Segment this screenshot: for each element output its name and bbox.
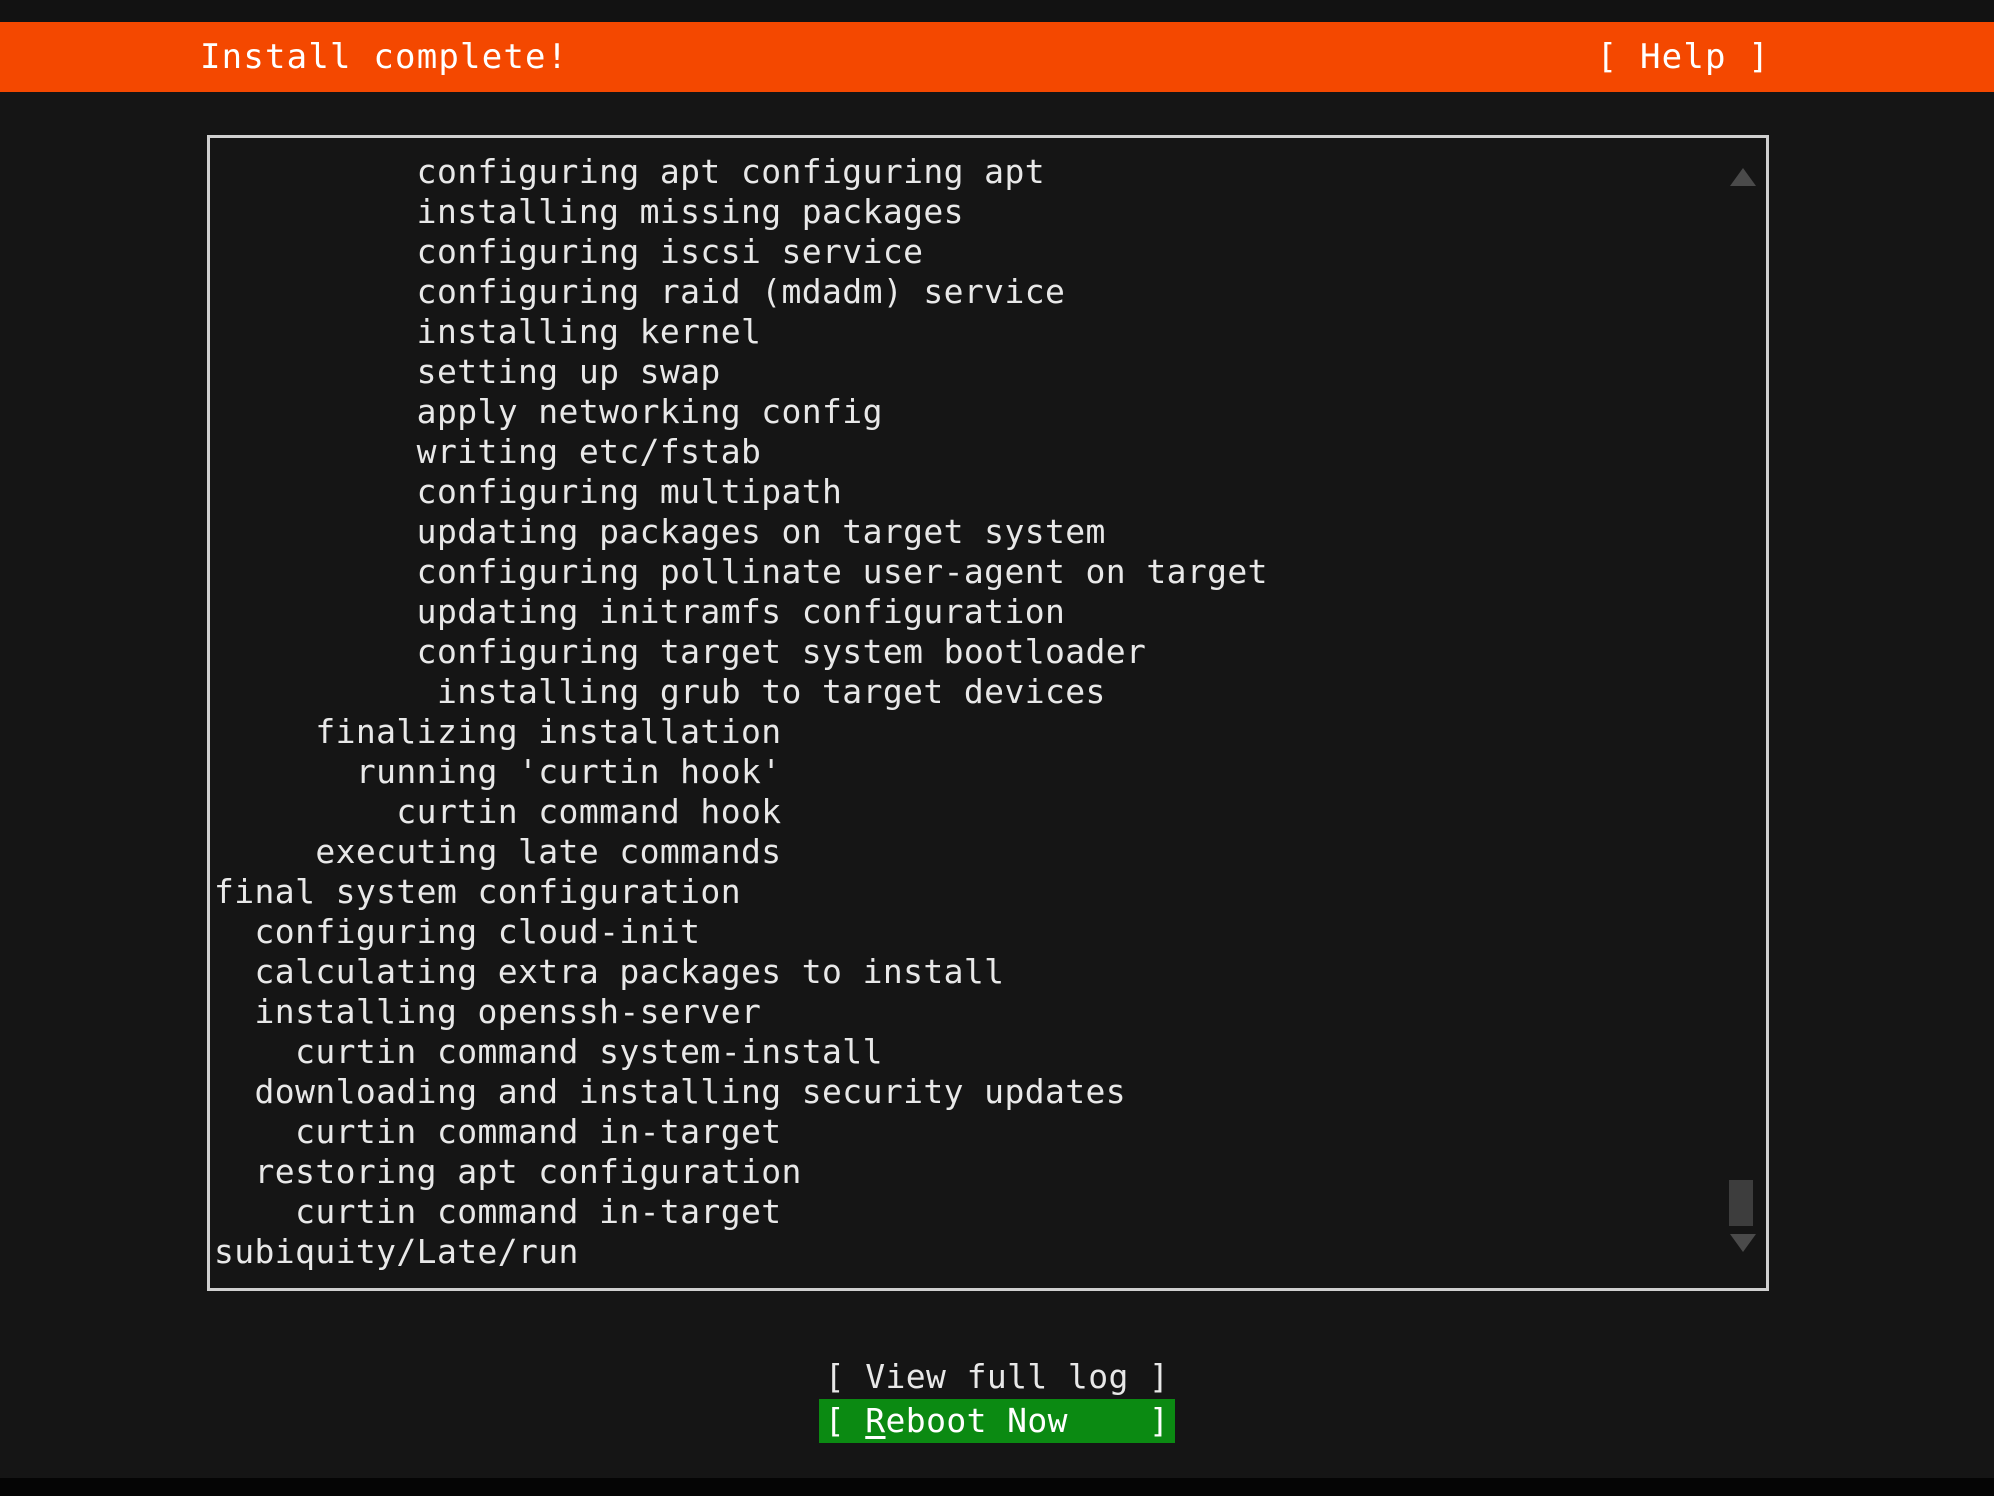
log-line: installing grub to target devices: [214, 672, 1106, 711]
log-line: calculating extra packages to install: [214, 952, 1005, 991]
install-log-lines: configuring apt configuring apt installi…: [210, 138, 1766, 1288]
log-line: configuring multipath: [214, 472, 843, 511]
log-line: writing etc/fstab: [214, 432, 762, 471]
installer-screen: Install complete! [ Help ] configuring a…: [0, 0, 1994, 1496]
log-line: configuring target system bootloader: [214, 632, 1147, 671]
log-line: setting up swap: [214, 352, 721, 391]
reboot-accelerator-key: R: [865, 1401, 886, 1440]
log-line: subiquity/Late/run: [214, 1232, 579, 1271]
log-line: curtin command in-target: [214, 1112, 782, 1151]
log-line: installing missing packages: [214, 192, 964, 231]
log-line: installing kernel: [214, 312, 762, 351]
log-line: curtin command hook: [214, 792, 782, 831]
screen-top-margin: [0, 0, 1994, 22]
log-line: running 'curtin hook': [214, 752, 782, 791]
log-line: apply networking config: [214, 392, 883, 431]
footer-buttons: [ View full log ] [ Reboot Now ]: [0, 1355, 1994, 1443]
reboot-label-rest: eboot Now: [885, 1401, 1068, 1440]
log-line: configuring raid (mdadm) service: [214, 272, 1066, 311]
install-log-panel: configuring apt configuring apt installi…: [207, 135, 1769, 1291]
screen-bottom-margin: [0, 1478, 1994, 1496]
log-line: finalizing installation: [214, 712, 782, 751]
reboot-bracket-open: [: [824, 1401, 866, 1440]
scroll-down-arrow-icon[interactable]: [1730, 1234, 1756, 1252]
page-title: Install complete!: [200, 37, 569, 77]
help-button[interactable]: [ Help ]: [1597, 40, 1770, 74]
log-line: executing late commands: [214, 832, 782, 871]
header-bar: Install complete! [ Help ]: [0, 22, 1994, 92]
log-line: configuring iscsi service: [214, 232, 924, 271]
log-scrollbar[interactable]: [1726, 138, 1760, 1288]
reboot-now-button[interactable]: [ Reboot Now ]: [818, 1399, 1176, 1443]
log-line: final system configuration: [214, 872, 741, 911]
view-full-log-button[interactable]: [ View full log ]: [825, 1355, 1170, 1399]
log-line: configuring cloud-init: [214, 912, 701, 951]
log-line: updating initramfs configuration: [214, 592, 1066, 631]
log-line: restoring apt configuration: [214, 1152, 802, 1191]
log-line: configuring apt configuring apt: [214, 152, 1045, 191]
log-line: curtin command system-install: [214, 1032, 883, 1071]
log-line: updating packages on target system: [214, 512, 1106, 551]
log-line: configuring pollinate user-agent on targ…: [214, 552, 1268, 591]
log-line: downloading and installing security upda…: [214, 1072, 1127, 1111]
log-line: installing openssh-server: [214, 992, 762, 1031]
scrollbar-thumb[interactable]: [1729, 1180, 1753, 1226]
log-line: curtin command in-target: [214, 1192, 782, 1231]
reboot-bracket-close: ]: [1067, 1401, 1170, 1440]
scroll-up-arrow-icon[interactable]: [1730, 168, 1756, 186]
